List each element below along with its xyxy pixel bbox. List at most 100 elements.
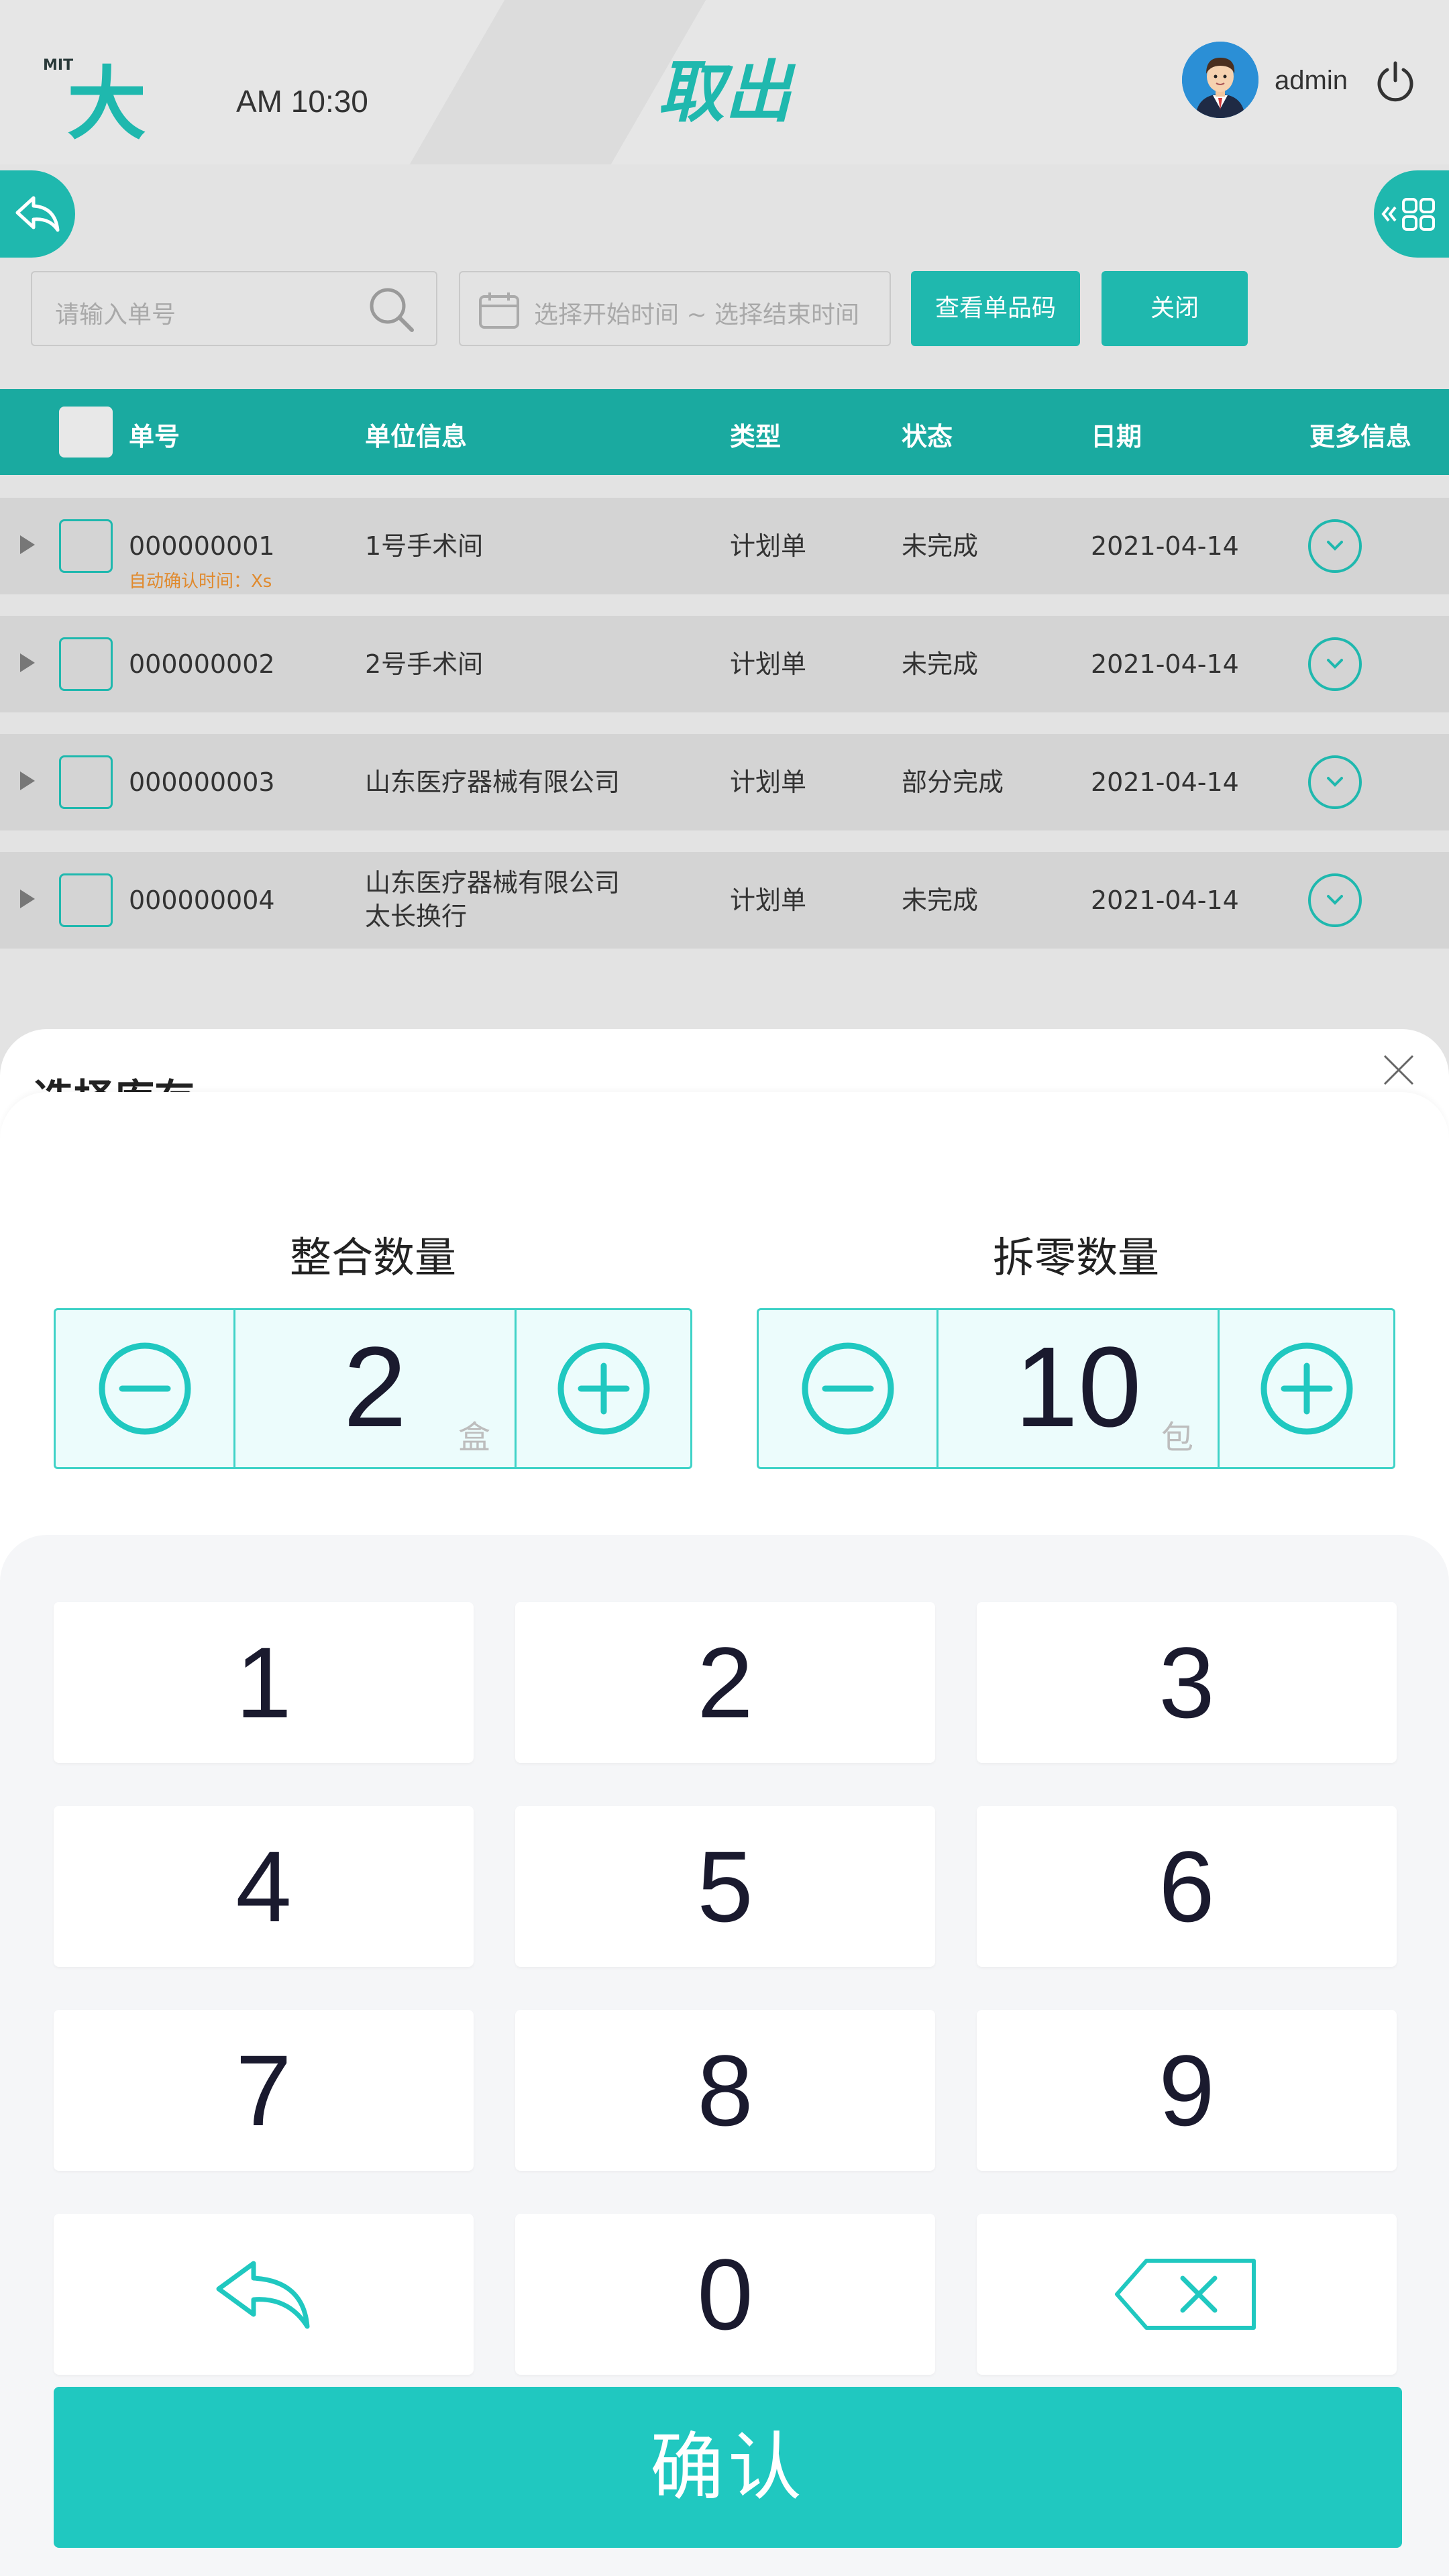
undo-arrow-icon bbox=[216, 2261, 310, 2329]
menu-grid-button[interactable] bbox=[1374, 170, 1449, 258]
calendar-icon bbox=[479, 292, 519, 329]
row-unit: 山东医疗器械有限公司 bbox=[365, 767, 621, 797]
chevron-down-icon bbox=[1327, 895, 1343, 905]
row-status: 未完成 bbox=[902, 885, 979, 915]
row-checkbox[interactable] bbox=[59, 873, 113, 927]
row-date: 2021-04-14 bbox=[1091, 649, 1239, 679]
row-status: 部分完成 bbox=[902, 767, 1004, 797]
close-button[interactable]: 关闭 bbox=[1102, 271, 1248, 346]
search-icon[interactable] bbox=[368, 286, 416, 334]
plus-circle-icon bbox=[1260, 1342, 1352, 1435]
split-quantity-stepper: 10 包 bbox=[757, 1308, 1395, 1469]
expand-row-icon[interactable] bbox=[20, 890, 35, 908]
row-auto-confirm-note: 自动确认时间：Xs bbox=[129, 572, 272, 592]
table-row[interactable]: 000000002 2号手术间 计划单 未完成 2021-04-14 bbox=[0, 616, 1449, 712]
select-all-checkbox[interactable] bbox=[59, 407, 113, 458]
plus-circle-icon bbox=[557, 1342, 649, 1435]
column-header-more: 更多信息 bbox=[1309, 422, 1412, 451]
whole-quantity-stepper: 2 盒 bbox=[54, 1308, 692, 1469]
grid-menu-icon bbox=[1381, 198, 1435, 231]
key-4[interactable]: 4 bbox=[54, 1806, 474, 1967]
row-order-number: 000000004 bbox=[129, 885, 275, 915]
search-placeholder: 请输入单号 bbox=[55, 301, 176, 329]
row-unit: 山东医疗器械有限公司 bbox=[365, 868, 621, 898]
back-button[interactable] bbox=[0, 170, 75, 258]
row-more-button[interactable] bbox=[1308, 873, 1362, 927]
chevron-down-icon bbox=[1327, 541, 1343, 551]
column-header-type: 类型 bbox=[730, 422, 782, 451]
key-2[interactable]: 2 bbox=[515, 1602, 935, 1763]
key-9[interactable]: 9 bbox=[977, 2010, 1397, 2171]
order-search-input[interactable]: 请输入单号 bbox=[31, 271, 437, 346]
whole-quantity-unit: 盒 bbox=[458, 1419, 491, 1456]
key-backspace[interactable] bbox=[977, 2214, 1397, 2375]
date-placeholder: 选择开始时间 ~ 选择结束时间 bbox=[534, 301, 860, 329]
chevron-down-icon bbox=[1327, 777, 1343, 787]
whole-decrement-button[interactable] bbox=[56, 1310, 235, 1467]
close-icon[interactable] bbox=[1381, 1052, 1417, 1088]
minus-circle-icon bbox=[802, 1342, 894, 1435]
row-more-button[interactable] bbox=[1308, 637, 1362, 691]
column-header-unit: 单位信息 bbox=[365, 422, 468, 451]
row-unit: 2号手术间 bbox=[365, 649, 484, 679]
key-3[interactable]: 3 bbox=[977, 1602, 1397, 1763]
key-8[interactable]: 8 bbox=[515, 2010, 935, 2171]
row-checkbox[interactable] bbox=[59, 519, 113, 573]
key-1[interactable]: 1 bbox=[54, 1602, 474, 1763]
minus-circle-icon bbox=[99, 1342, 191, 1435]
key-back[interactable] bbox=[54, 2214, 474, 2375]
username: admin bbox=[1275, 66, 1348, 95]
whole-quantity-label: 整合数量 bbox=[289, 1233, 456, 1282]
confirm-button[interactable]: 确认 bbox=[54, 2387, 1402, 2548]
row-status: 未完成 bbox=[902, 531, 979, 561]
key-6[interactable]: 6 bbox=[977, 1806, 1397, 1967]
split-decrement-button[interactable] bbox=[759, 1310, 938, 1467]
table-row[interactable]: 000000004 山东医疗器械有限公司 太长换行 计划单 未完成 2021-0… bbox=[0, 852, 1449, 949]
split-quantity-label: 拆零数量 bbox=[992, 1233, 1159, 1282]
row-date: 2021-04-14 bbox=[1091, 885, 1239, 915]
row-more-button[interactable] bbox=[1308, 519, 1362, 573]
row-type: 计划单 bbox=[730, 767, 807, 797]
expand-row-icon[interactable] bbox=[20, 771, 35, 790]
row-order-number: 000000001 bbox=[129, 531, 275, 561]
row-date: 2021-04-14 bbox=[1091, 531, 1239, 561]
stock-select-sheet: 选择库存 整合数量 2 盒 拆零数量 bbox=[0, 1029, 1449, 2576]
row-unit-line2: 太长换行 bbox=[365, 902, 468, 931]
power-button[interactable] bbox=[1374, 59, 1417, 102]
expand-row-icon[interactable] bbox=[20, 535, 35, 554]
row-unit: 1号手术间 bbox=[365, 531, 484, 561]
row-checkbox[interactable] bbox=[59, 755, 113, 809]
column-header-date: 日期 bbox=[1091, 422, 1142, 451]
chevron-down-icon bbox=[1327, 659, 1343, 669]
row-checkbox[interactable] bbox=[59, 637, 113, 691]
expand-row-icon[interactable] bbox=[20, 653, 35, 672]
whole-increment-button[interactable] bbox=[515, 1310, 690, 1467]
column-header-order: 单号 bbox=[129, 422, 180, 451]
user-avatar-icon bbox=[1182, 42, 1258, 118]
key-7[interactable]: 7 bbox=[54, 2010, 474, 2171]
numeric-keypad: 1 2 3 4 5 6 7 8 9 0 确认 bbox=[0, 1535, 1449, 2576]
row-type: 计划单 bbox=[730, 531, 807, 561]
row-type: 计划单 bbox=[730, 649, 807, 679]
table-row[interactable]: 000000003 山东医疗器械有限公司 计划单 部分完成 2021-04-14 bbox=[0, 734, 1449, 830]
quantity-panel: 整合数量 2 盒 拆零数量 10 包 1 2 3 4 5 6 7 8 9 0 确… bbox=[0, 1092, 1449, 2576]
back-arrow-icon bbox=[15, 196, 60, 232]
row-status: 未完成 bbox=[902, 649, 979, 679]
key-5[interactable]: 5 bbox=[515, 1806, 935, 1967]
row-order-number: 000000003 bbox=[129, 767, 275, 797]
row-more-button[interactable] bbox=[1308, 755, 1362, 809]
table-header: 单号 单位信息 类型 状态 日期 更多信息 bbox=[0, 389, 1449, 475]
row-order-number: 000000002 bbox=[129, 649, 275, 679]
avatar[interactable] bbox=[1182, 42, 1258, 118]
row-type: 计划单 bbox=[730, 885, 807, 915]
split-quantity-unit: 包 bbox=[1161, 1419, 1194, 1456]
power-icon bbox=[1377, 61, 1413, 102]
row-date: 2021-04-14 bbox=[1091, 767, 1239, 797]
column-header-status: 状态 bbox=[902, 422, 953, 451]
date-range-picker[interactable]: 选择开始时间 ~ 选择结束时间 bbox=[459, 271, 891, 346]
table-row[interactable]: 000000001 自动确认时间：Xs 1号手术间 计划单 未完成 2021-0… bbox=[0, 498, 1449, 594]
view-barcode-button[interactable]: 查看单品码 bbox=[911, 271, 1080, 346]
split-increment-button[interactable] bbox=[1218, 1310, 1393, 1467]
backspace-icon bbox=[1115, 2259, 1256, 2330]
key-0[interactable]: 0 bbox=[515, 2214, 935, 2375]
